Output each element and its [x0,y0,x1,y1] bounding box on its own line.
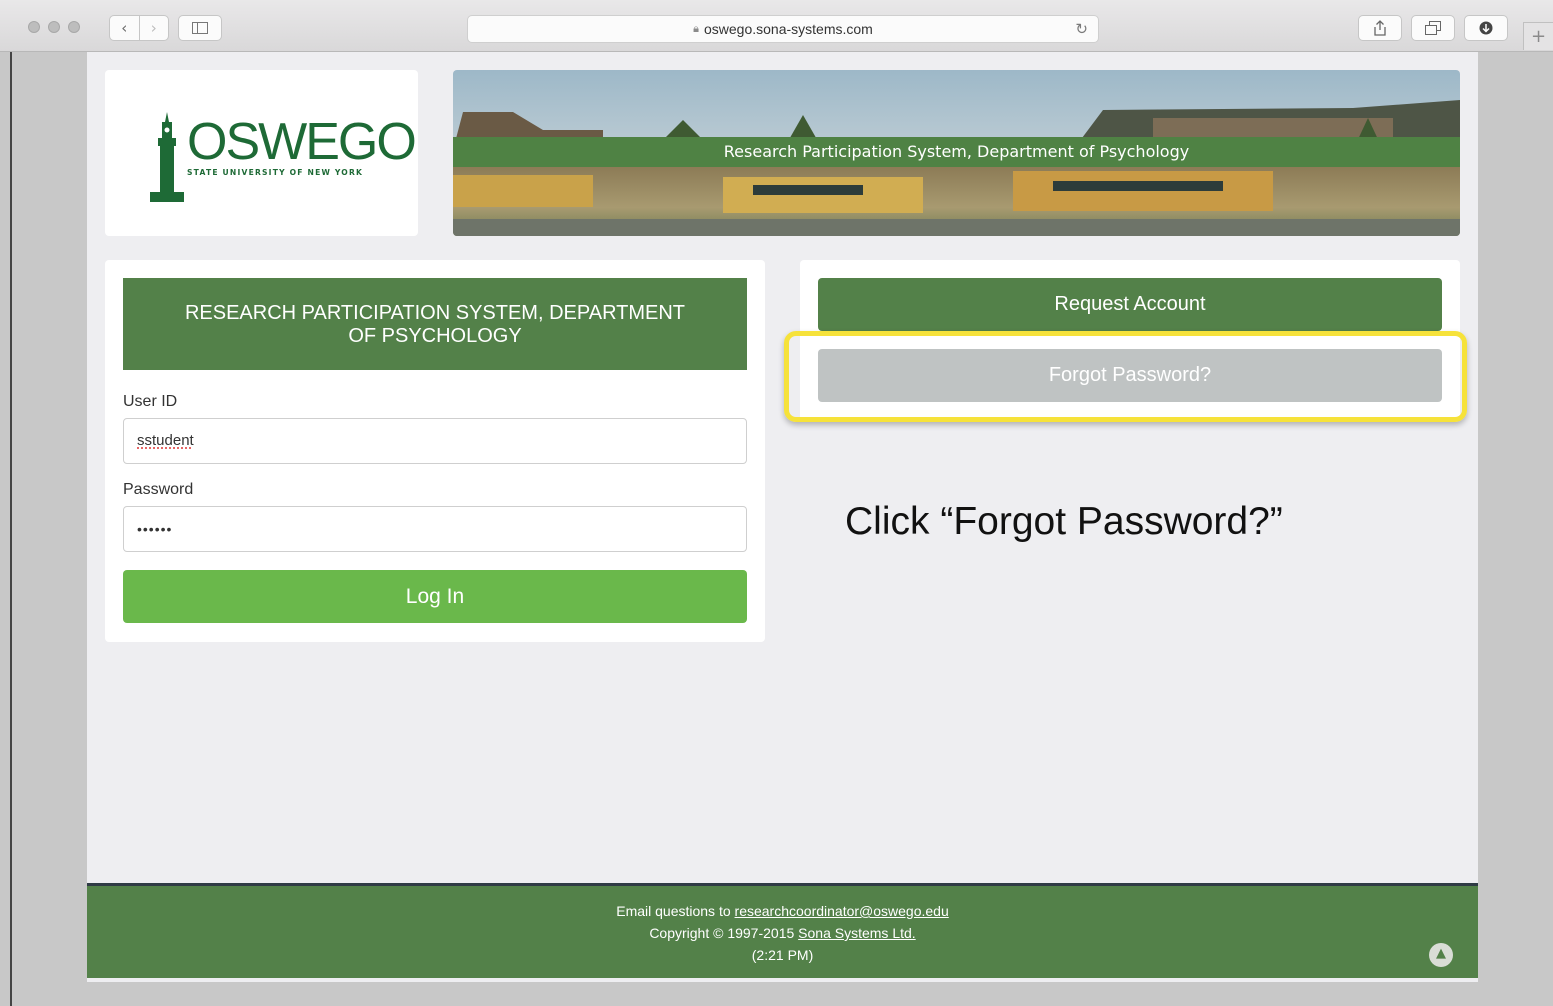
browser-toolbar: ‹ › 🔒︎ oswego.sona-systems.com ↻ + [0,0,1553,52]
share-icon[interactable] [1358,15,1402,41]
footer-email-prefix: Email questions to [616,903,735,919]
request-account-button[interactable]: Request Account [818,278,1442,331]
tabs-icon[interactable] [1411,15,1455,41]
logo-subtitle: STATE UNIVERSITY OF NEW YORK [187,168,364,177]
banner-photo-campus [453,171,1460,236]
download-icon[interactable] [1464,15,1508,41]
footer-time: (2:21 PM) [751,947,814,963]
address-bar[interactable]: 🔒︎ oswego.sona-systems.com ↻ [467,15,1099,43]
login-card: RESEARCH PARTICIPATION SYSTEM, DEPARTMEN… [105,260,765,642]
logo-wordmark: OSWEGO [187,113,417,171]
minimize-window-button[interactable] [48,21,60,33]
clock-tower-icon [150,112,184,202]
window-edge [10,52,12,1006]
campus-banner: Research Participation System, Departmen… [453,70,1460,236]
chevron-left-icon[interactable]: ‹ [110,16,139,40]
page-footer: Email questions to researchcoordinator@o… [87,883,1478,978]
login-heading: RESEARCH PARTICIPATION SYSTEM, DEPARTMEN… [123,278,747,370]
chevron-up-icon[interactable]: ▲ [1429,943,1453,967]
plus-icon[interactable]: + [1523,22,1553,50]
password-input[interactable]: •••••• [123,506,747,552]
password-label: Password [123,481,194,498]
footer-company-link[interactable]: Sona Systems Ltd. [798,925,916,941]
chevron-right-icon[interactable]: › [138,16,169,40]
back-forward-group: ‹ › [109,15,169,41]
footer-copyright-prefix: Copyright © 1997-2015 [649,925,799,941]
instruction-callout: Click “Forgot Password?” [845,500,1283,543]
page-content: OSWEGO STATE UNIVERSITY OF NEW YORK Rese… [87,52,1478,982]
banner-title: Research Participation System, Departmen… [453,137,1460,167]
oswego-logo[interactable]: OSWEGO STATE UNIVERSITY OF NEW YORK [105,70,418,236]
reload-icon[interactable]: ↻ [1075,20,1088,38]
user-id-value: sstudent [137,432,194,449]
footer-copyright-line: Copyright © 1997-2015 Sona Systems Ltd. [87,922,1478,944]
user-id-label: User ID [123,393,178,410]
close-window-button[interactable] [28,21,40,33]
user-id-input[interactable]: sstudent [123,418,747,464]
footer-email-line: Email questions to researchcoordinator@o… [87,900,1478,922]
log-in-button[interactable]: Log In [123,570,747,623]
sidebar-icon[interactable] [178,15,222,41]
lock-icon: 🔒︎ [693,22,699,35]
footer-email-link[interactable]: researchcoordinator@oswego.edu [735,903,949,919]
url-text: oswego.sona-systems.com [704,21,873,37]
zoom-window-button[interactable] [68,21,80,33]
forgot-password-highlight [784,331,1467,422]
password-value: •••••• [137,521,173,537]
